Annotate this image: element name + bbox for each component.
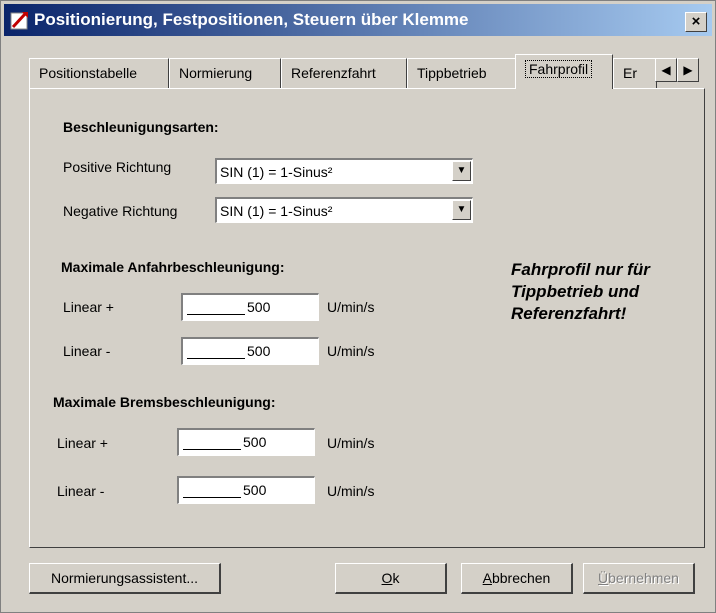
start-linear-minus-input[interactable]: 500	[181, 337, 319, 365]
brake-linear-plus-input[interactable]: 500	[177, 428, 315, 456]
start-linear-plus-input[interactable]: 500	[181, 293, 319, 321]
tab-er[interactable]: Er	[613, 58, 657, 88]
tab-strip: Positionstabelle Normierung Referenzfahr…	[29, 54, 705, 89]
tab-positionstabelle[interactable]: Positionstabelle	[29, 58, 169, 88]
dialog-window: Positionierung, Festpositionen, Steuern …	[0, 0, 716, 613]
start-linear-plus-value: 500	[247, 299, 271, 315]
start-linear-plus-label: Linear +	[63, 299, 114, 315]
start-linear-minus-value: 500	[247, 343, 271, 359]
brake-linear-minus-label: Linear -	[57, 483, 105, 499]
start-linear-minus-label: Linear -	[63, 343, 111, 359]
brake-linear-plus-label: Linear +	[57, 435, 108, 451]
tab-fahrprofil[interactable]: Fahrprofil	[515, 54, 613, 89]
brake-linear-minus-input[interactable]: 500	[177, 476, 315, 504]
positive-direction-label: Positive Richtung	[63, 159, 172, 175]
start-linear-plus-unit: U/min/s	[327, 299, 375, 315]
close-button[interactable]: ×	[685, 12, 707, 32]
brake-linear-plus-value: 500	[243, 434, 267, 450]
title-bar[interactable]: Positionierung, Festpositionen, Steuern …	[4, 4, 712, 36]
negative-direction-label: Negative Richtung	[63, 203, 178, 219]
dropdown-arrow-icon[interactable]: ▼	[452, 200, 471, 220]
negative-direction-value: SIN (1) = 1-Sinus²	[220, 203, 333, 219]
ok-button[interactable]: Ok	[335, 563, 447, 594]
window-title: Positionierung, Festpositionen, Steuern …	[34, 10, 469, 29]
normierungsassistent-button[interactable]: Normierungsassistent...	[29, 563, 221, 594]
apply-button[interactable]: Übernehmen	[583, 563, 695, 594]
tab-tippbetrieb[interactable]: Tippbetrieb	[407, 58, 517, 88]
negative-direction-select[interactable]: SIN (1) = 1-Sinus² ▼	[215, 197, 473, 223]
tab-normierung[interactable]: Normierung	[169, 58, 281, 88]
positive-direction-select[interactable]: SIN (1) = 1-Sinus² ▼	[215, 158, 473, 184]
tab-fahrprofil-label: Fahrprofil	[525, 60, 593, 78]
tab-referenzfahrt[interactable]: Referenzfahrt	[281, 58, 407, 88]
start-linear-minus-unit: U/min/s	[327, 343, 375, 359]
tab-scroll-right-icon[interactable]: ▶	[677, 58, 699, 82]
app-icon	[10, 12, 28, 30]
max-start-accel-header: Maximale Anfahrbeschleunigung:	[61, 259, 285, 275]
cancel-button[interactable]: Abbrechen	[461, 563, 573, 594]
brake-linear-minus-value: 500	[243, 482, 267, 498]
brake-linear-plus-unit: U/min/s	[327, 435, 375, 451]
dropdown-arrow-icon[interactable]: ▼	[452, 161, 471, 181]
positive-direction-value: SIN (1) = 1-Sinus²	[220, 164, 333, 180]
accel-types-header: Beschleunigungsarten:	[63, 119, 219, 135]
tab-scroll-left-icon[interactable]: ◀	[655, 58, 677, 82]
brake-linear-minus-unit: U/min/s	[327, 483, 375, 499]
max-brake-accel-header: Maximale Bremsbeschleunigung:	[53, 394, 276, 410]
fahrprofil-note: Fahrprofil nur für Tippbetrieb und Refer…	[511, 260, 650, 323]
